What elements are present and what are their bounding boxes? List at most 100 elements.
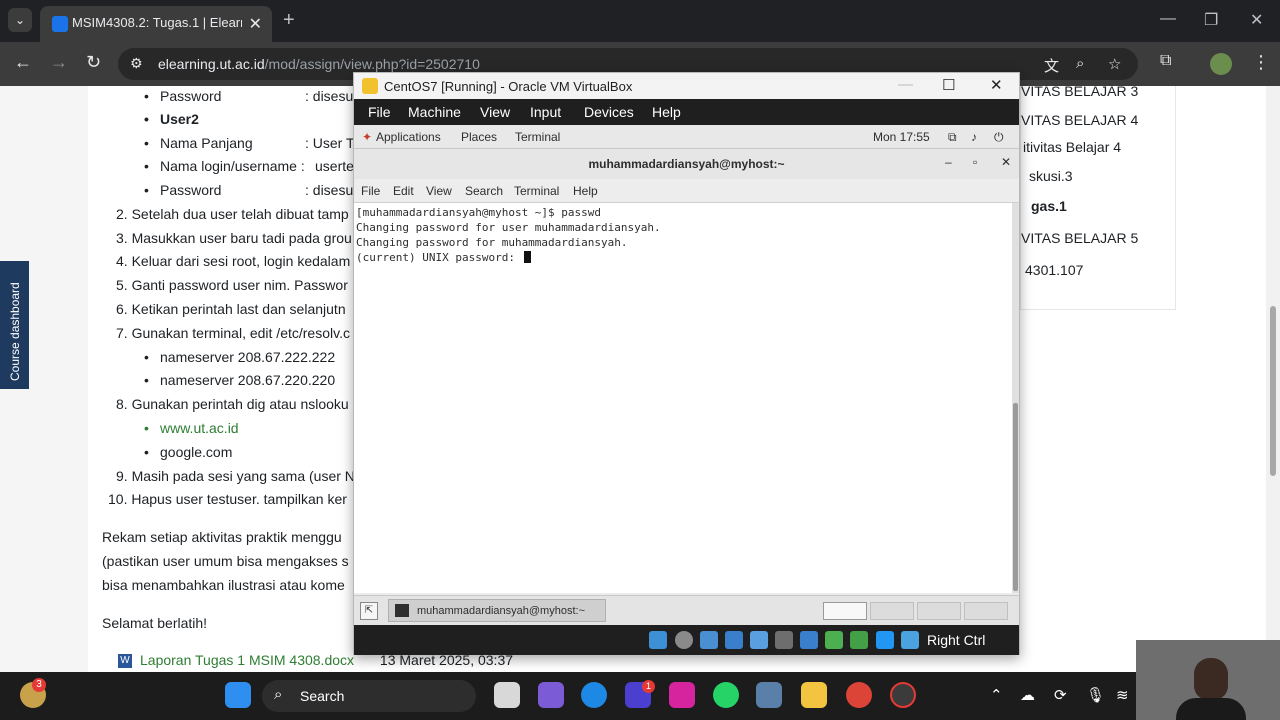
terminal-menu-help[interactable]: Help — [573, 184, 598, 198]
network-icon[interactable]: ⧉ — [948, 130, 957, 145]
reload-icon[interactable]: ↻ — [86, 52, 101, 73]
keyboard-capture-icon[interactable] — [901, 631, 919, 649]
back-arrow-icon[interactable]: ← — [14, 52, 32, 73]
index-item[interactable]: VITAS BELAJAR 4 — [1021, 112, 1138, 128]
terminal-minimize-button[interactable]: – — [945, 155, 952, 169]
onedrive-icon[interactable]: ☁ — [1020, 686, 1035, 704]
sync-icon[interactable]: ⟳ — [1054, 686, 1067, 704]
gnome-clock[interactable]: Mon 17:55 — [873, 130, 930, 144]
window-restore-button[interactable]: ❐ — [1204, 10, 1218, 30]
course-dashboard-tab[interactable]: Course dashboard — [0, 261, 29, 389]
terminal-menu-edit[interactable]: Edit — [393, 184, 414, 198]
scrollbar-thumb[interactable] — [1270, 306, 1276, 476]
applications-icon[interactable]: ✦ — [362, 130, 372, 144]
optical-drive-icon[interactable] — [675, 631, 693, 649]
usb-icon[interactable] — [750, 631, 768, 649]
vbox-close-button[interactable]: ✕ — [990, 76, 1003, 94]
vbox-title-bar[interactable]: CentOS7 [Running] - Oracle VM VirtualBox… — [354, 73, 1019, 99]
vbox-maximize-button[interactable]: ☐ — [942, 76, 955, 94]
file-explorer-icon[interactable] — [801, 682, 827, 708]
site-favicon-icon — [52, 16, 68, 32]
show-desktop-icon[interactable]: ⇱ — [360, 602, 378, 620]
whatsapp-icon[interactable] — [713, 682, 739, 708]
index-item[interactable]: itivitas Belajar 4 — [1023, 139, 1121, 155]
display-icon[interactable] — [800, 631, 818, 649]
microphone-icon[interactable]: 🎙 — [1086, 686, 1105, 704]
zoom-icon[interactable]: ⌕ — [1076, 55, 1084, 72]
mouse-integration-icon[interactable] — [876, 631, 894, 649]
recording-icon[interactable] — [825, 631, 843, 649]
cpu-activity-icon[interactable] — [850, 631, 868, 649]
vbox-minimize-button[interactable]: — — [898, 76, 913, 93]
windows-search-box[interactable]: ⌕ Search — [262, 680, 476, 712]
attachment-link[interactable]: Laporan Tugas 1 MSIM 4308.docx — [140, 652, 354, 668]
step-7: 7. Gunakan terminal, edit /etc/resolv.c — [116, 325, 350, 341]
terminal-menu-view[interactable]: View — [426, 184, 452, 198]
terminal-app-icon — [395, 604, 409, 617]
nameserver-2: nameserver 208.67.220.220 — [144, 372, 335, 388]
workspace-3[interactable] — [917, 602, 961, 620]
vbox-menu-help[interactable]: Help — [652, 104, 681, 120]
page-scrollbar[interactable] — [1266, 86, 1280, 672]
terminal-output[interactable]: [muhammadardiansyah@myhost ~]$ passwd Ch… — [354, 203, 1012, 593]
wifi-icon[interactable]: ≋ — [1116, 686, 1129, 704]
hard-disk-icon[interactable] — [649, 631, 667, 649]
url-text[interactable]: elearning.ut.ac.id/mod/assign/view.php?i… — [158, 56, 480, 72]
terminal-title-bar[interactable]: muhammadardiansyah@myhost:~ – ▫ ✕ — [354, 149, 1019, 179]
virtualbox-taskbar-icon[interactable] — [756, 682, 782, 708]
index-item-active[interactable]: gas.1 — [1031, 198, 1067, 214]
network-adapter-icon[interactable] — [725, 631, 743, 649]
terminal-menu-file[interactable]: File — [361, 184, 380, 198]
task-view-icon[interactable] — [494, 682, 520, 708]
index-item[interactable]: skusi.3 — [1029, 168, 1073, 184]
obs-icon[interactable] — [890, 682, 916, 708]
edge-icon[interactable] — [581, 682, 607, 708]
audio-icon[interactable] — [700, 631, 718, 649]
browser-tab-active[interactable]: MSIM4308.2: Tugas.1 | Elearning ✕ — [40, 6, 272, 42]
forward-arrow-icon[interactable]: → — [50, 52, 68, 73]
profile-avatar[interactable] — [1210, 53, 1232, 75]
tab-search-dropdown-icon[interactable]: ⌄ — [8, 8, 32, 32]
step-10: 10. Hapus user testuser. tampilkan ker — [108, 491, 347, 507]
volume-icon[interactable]: ♪ — [971, 130, 977, 144]
vbox-menu-input[interactable]: Input — [530, 104, 561, 120]
window-minimize-button[interactable]: — — [1160, 10, 1176, 28]
index-item[interactable]: VITAS BELAJAR 5 — [1021, 230, 1138, 246]
tab-close-icon[interactable]: ✕ — [249, 14, 262, 34]
power-icon[interactable]: ⏻ — [994, 130, 1004, 145]
terminal-scroll-thumb[interactable] — [1013, 403, 1018, 591]
host-key-label[interactable]: Right Ctrl — [927, 632, 985, 648]
window-close-button[interactable]: ✕ — [1250, 10, 1263, 30]
vbox-menu-view[interactable]: View — [480, 104, 510, 120]
ut-link[interactable]: www.ut.ac.id — [144, 420, 239, 436]
index-item[interactable]: 4301.107 — [1025, 262, 1083, 278]
instagram-icon[interactable] — [669, 682, 695, 708]
terminal-maximize-button[interactable]: ▫ — [973, 155, 977, 169]
vbox-menu-devices[interactable]: Devices — [584, 104, 634, 120]
start-button-icon[interactable] — [225, 682, 251, 708]
new-tab-button[interactable]: + — [283, 9, 295, 32]
show-hidden-icons[interactable]: ⌃ — [990, 686, 1003, 704]
gnome-terminal-menu[interactable]: Terminal — [515, 130, 560, 144]
terminal-close-button[interactable]: ✕ — [1001, 155, 1011, 169]
workspace-4[interactable] — [964, 602, 1008, 620]
gnome-task-item[interactable]: muhammadardiansyah@myhost:~ — [388, 599, 606, 622]
index-item[interactable]: VITAS BELAJAR 3 — [1021, 86, 1138, 99]
chrome-icon[interactable] — [846, 682, 872, 708]
translate-icon[interactable]: 文 — [1044, 55, 1059, 76]
terminal-menu-terminal[interactable]: Terminal — [514, 184, 559, 198]
terminal-scrollbar[interactable] — [1012, 203, 1019, 593]
gnome-applications-menu[interactable]: Applications — [376, 130, 441, 144]
workspace-1[interactable] — [823, 602, 867, 620]
vbox-menu-file[interactable]: File — [368, 104, 391, 120]
gnome-places-menu[interactable]: Places — [461, 130, 497, 144]
vbox-menu-machine[interactable]: Machine — [408, 104, 461, 120]
shared-folders-icon[interactable] — [775, 631, 793, 649]
copilot-icon[interactable] — [538, 682, 564, 708]
bookmark-star-icon[interactable]: ☆ — [1108, 55, 1121, 73]
workspace-2[interactable] — [870, 602, 914, 620]
terminal-menu-search[interactable]: Search — [465, 184, 503, 198]
site-info-icon[interactable]: ⚙ — [130, 55, 143, 72]
extensions-icon[interactable]: ⧉ — [1160, 52, 1171, 70]
browser-menu-icon[interactable]: ⋮ — [1252, 52, 1270, 73]
